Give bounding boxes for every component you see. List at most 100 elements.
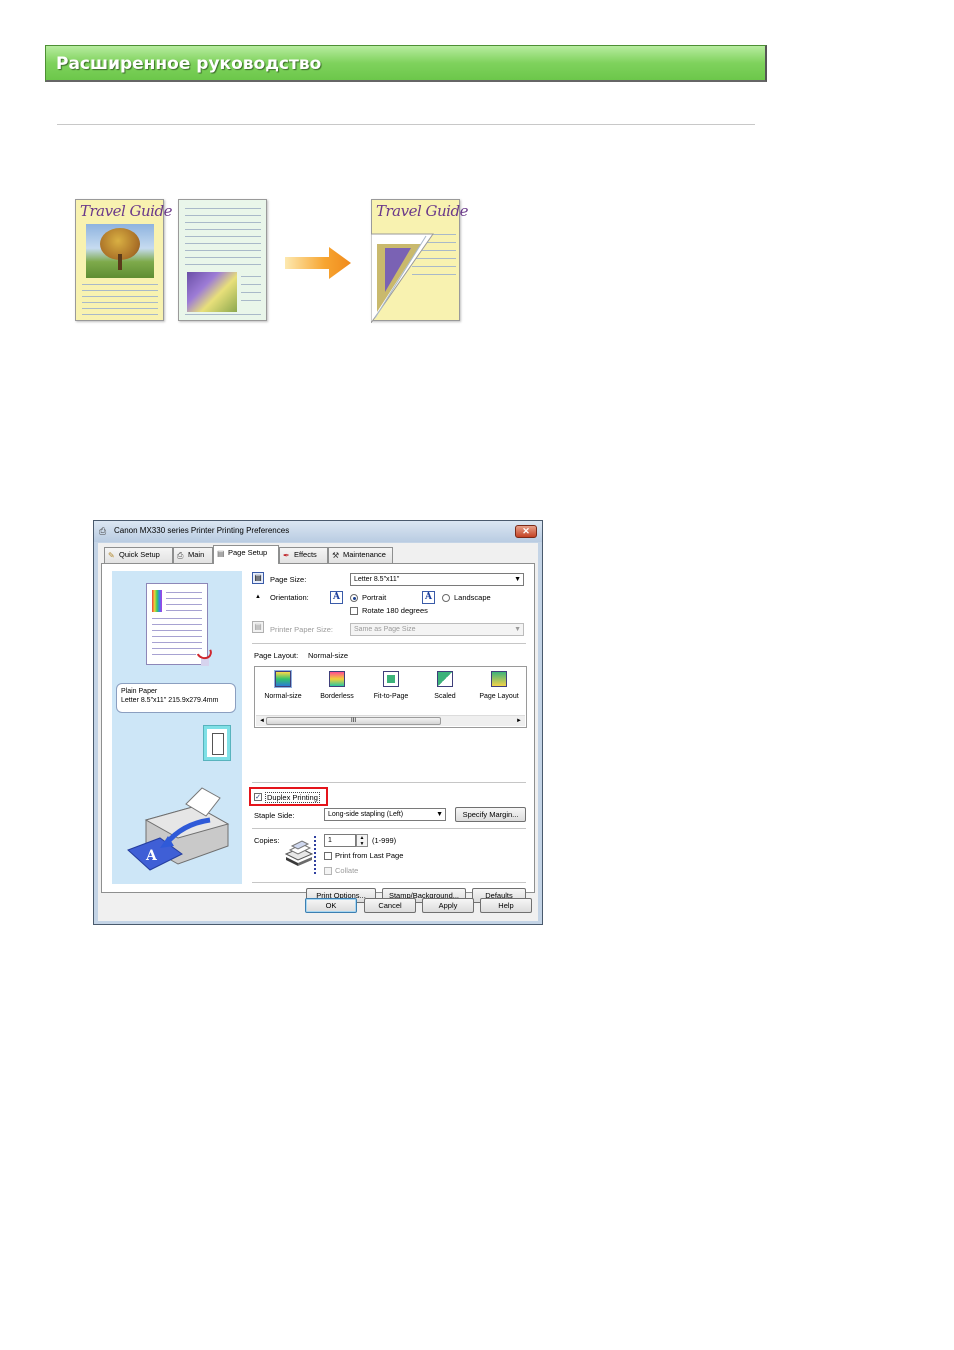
tab-maintenance[interactable]: ⚒ Maintenance <box>328 547 393 563</box>
paper-type: Plain Paper <box>121 688 158 695</box>
printer-paper-size-select: Same as Page Size ▼ <box>350 623 524 636</box>
illustration-duplex-page: Travel Guide <box>371 199 468 323</box>
dialog-titlebar: ⎙ Canon MX330 series Printer Printing Pr… <box>94 521 542 542</box>
print-from-last-page-label[interactable]: Print from Last Page <box>335 851 403 860</box>
collate-label: Collate <box>335 866 359 875</box>
tab-page-setup[interactable]: ▤ Page Setup <box>213 545 279 564</box>
apply-button[interactable]: Apply <box>422 898 474 913</box>
page-size-select[interactable]: Letter 8.5"x11" ▼ <box>350 573 524 586</box>
staple-side-select[interactable]: Long-side stapling (Left) ▼ <box>324 808 446 821</box>
layout-scrollbar[interactable]: ◄ III ► <box>256 715 525 726</box>
printer-paper-size-icon: ▤ <box>252 621 264 633</box>
staple-side-value: Long-side stapling (Left) <box>328 811 404 818</box>
page-setup-panel: Plain Paper Letter 8.5"x11" 215.9x279.4m… <box>101 563 535 903</box>
header-banner: Расширенное руководство <box>45 45 767 82</box>
borderless-icon <box>329 671 345 687</box>
copies-stepper[interactable]: ▲ ▼ <box>356 834 368 847</box>
copies-value: 1 <box>328 837 332 844</box>
portrait-icon: A <box>330 591 343 604</box>
copies-range: (1-999) <box>372 836 397 845</box>
layout-caption: Fit-to-Page <box>373 693 409 700</box>
landscape-label[interactable]: Landscape <box>454 593 491 602</box>
layout-fit-to-page[interactable]: Fit-to-Page <box>365 669 417 700</box>
illustration-page-back <box>178 199 267 321</box>
orientation-label: Orientation: <box>270 593 309 602</box>
scroll-thumb[interactable]: III <box>266 717 441 725</box>
page-layout-list[interactable]: Normal-size Borderless Fit-to-Page Scale… <box>254 666 527 728</box>
ok-button[interactable]: OK <box>305 898 357 913</box>
help-button[interactable]: Help <box>480 898 532 913</box>
color-bars <box>152 590 162 612</box>
printer-paper-size-value: Same as Page Size <box>354 626 416 633</box>
printer-illustration-icon: A <box>127 787 230 871</box>
specify-margin-button[interactable]: Specify Margin... <box>455 807 526 822</box>
tab-quick-setup[interactable]: ✎ Quick Setup <box>104 547 173 563</box>
copies-input[interactable]: 1 <box>324 834 356 847</box>
copies-order-indicator <box>314 836 316 874</box>
page-title-text: Travel Guide <box>376 202 468 220</box>
layout-borderless[interactable]: Borderless <box>311 669 363 700</box>
layout-caption: Borderless <box>320 693 354 700</box>
portrait-label[interactable]: Portrait <box>362 593 386 602</box>
landscape-radio[interactable] <box>442 594 450 602</box>
page-size-icon: ▤ <box>252 572 264 584</box>
printing-preferences-dialog: ⎙ Canon MX330 series Printer Printing Pr… <box>93 520 543 925</box>
scroll-left-icon[interactable]: ◄ <box>259 716 265 726</box>
settings-preview: Plain Paper Letter 8.5"x11" 215.9x279.4m… <box>112 571 242 884</box>
header-title: Расширенное руководство <box>56 54 322 74</box>
divider <box>57 124 755 125</box>
chevron-down-icon: ▼ <box>514 576 521 583</box>
layout-page-layout[interactable]: Page Layout <box>473 669 525 700</box>
layout-normal-size[interactable]: Normal-size <box>257 669 309 700</box>
chevron-down-icon: ▼ <box>436 811 443 818</box>
scaled-icon <box>437 671 453 687</box>
copies-label: Copies: <box>254 836 280 845</box>
page-layout-label: Page Layout: <box>254 651 299 660</box>
quick-setup-icon: ✎ <box>108 551 115 560</box>
svg-text:A: A <box>145 848 158 864</box>
rotate-180-checkbox[interactable] <box>350 607 358 615</box>
collate-checkbox <box>324 867 332 875</box>
page-layout-icon <box>491 671 507 687</box>
layout-caption: Page Layout <box>479 693 519 700</box>
tab-label: Effects <box>294 550 317 559</box>
page-size-value: Letter 8.5"x11" <box>354 576 400 583</box>
layout-scaled[interactable]: Scaled <box>419 669 471 700</box>
tab-label: Main <box>188 550 205 559</box>
cancel-button[interactable]: Cancel <box>364 898 416 913</box>
copies-stack-icon <box>284 840 314 866</box>
layout-caption: Scaled <box>434 693 456 700</box>
page-curl-image <box>371 233 434 323</box>
dialog-title: Canon MX330 series Printer Printing Pref… <box>114 526 290 535</box>
tab-effects[interactable]: ✒ Effects <box>279 547 328 563</box>
fit-to-page-icon <box>383 671 399 687</box>
scroll-right-icon[interactable]: ► <box>516 716 522 726</box>
paper-size-info: Letter 8.5"x11" 215.9x279.4mm <box>121 697 219 704</box>
landscape-icon: A <box>422 591 435 604</box>
printer-paper-size-label: Printer Paper Size: <box>270 625 333 634</box>
paper-sheet-icon <box>203 725 231 761</box>
illustration-page-front: Travel Guide <box>75 199 172 321</box>
dialog-client: ✎ Quick Setup ⎙ Main ▤ Page Setup ✒ Effects … <box>98 543 538 921</box>
duplex-printing-checkbox[interactable]: ✓ <box>254 793 262 801</box>
staple-side-label: Staple Side: <box>254 811 295 820</box>
tab-label: Page Setup <box>228 548 268 557</box>
effects-icon: ✒ <box>283 551 290 560</box>
main-icon: ⎙ <box>177 551 184 560</box>
print-from-last-page-checkbox[interactable] <box>324 852 332 860</box>
bullet-icon: ▲ <box>255 594 261 600</box>
chevron-down-icon: ▼ <box>514 626 521 633</box>
close-button[interactable]: ✕ <box>515 525 537 538</box>
arrow-right-icon <box>285 247 351 279</box>
normal-size-icon <box>274 670 292 688</box>
flower-photo <box>187 272 237 312</box>
rotate-180-label[interactable]: Rotate 180 degrees <box>362 606 428 615</box>
portrait-radio[interactable] <box>350 594 358 602</box>
duplex-printing-label[interactable]: Duplex Printing <box>265 792 320 803</box>
page-setup-icon: ▤ <box>217 549 225 558</box>
page-size-label: Page Size: <box>270 575 307 584</box>
printer-icon: ⎙ <box>99 526 107 536</box>
tab-label: Quick Setup <box>119 550 160 559</box>
tab-main[interactable]: ⎙ Main <box>173 547 213 563</box>
page-title-text: Travel Guide <box>80 202 172 220</box>
